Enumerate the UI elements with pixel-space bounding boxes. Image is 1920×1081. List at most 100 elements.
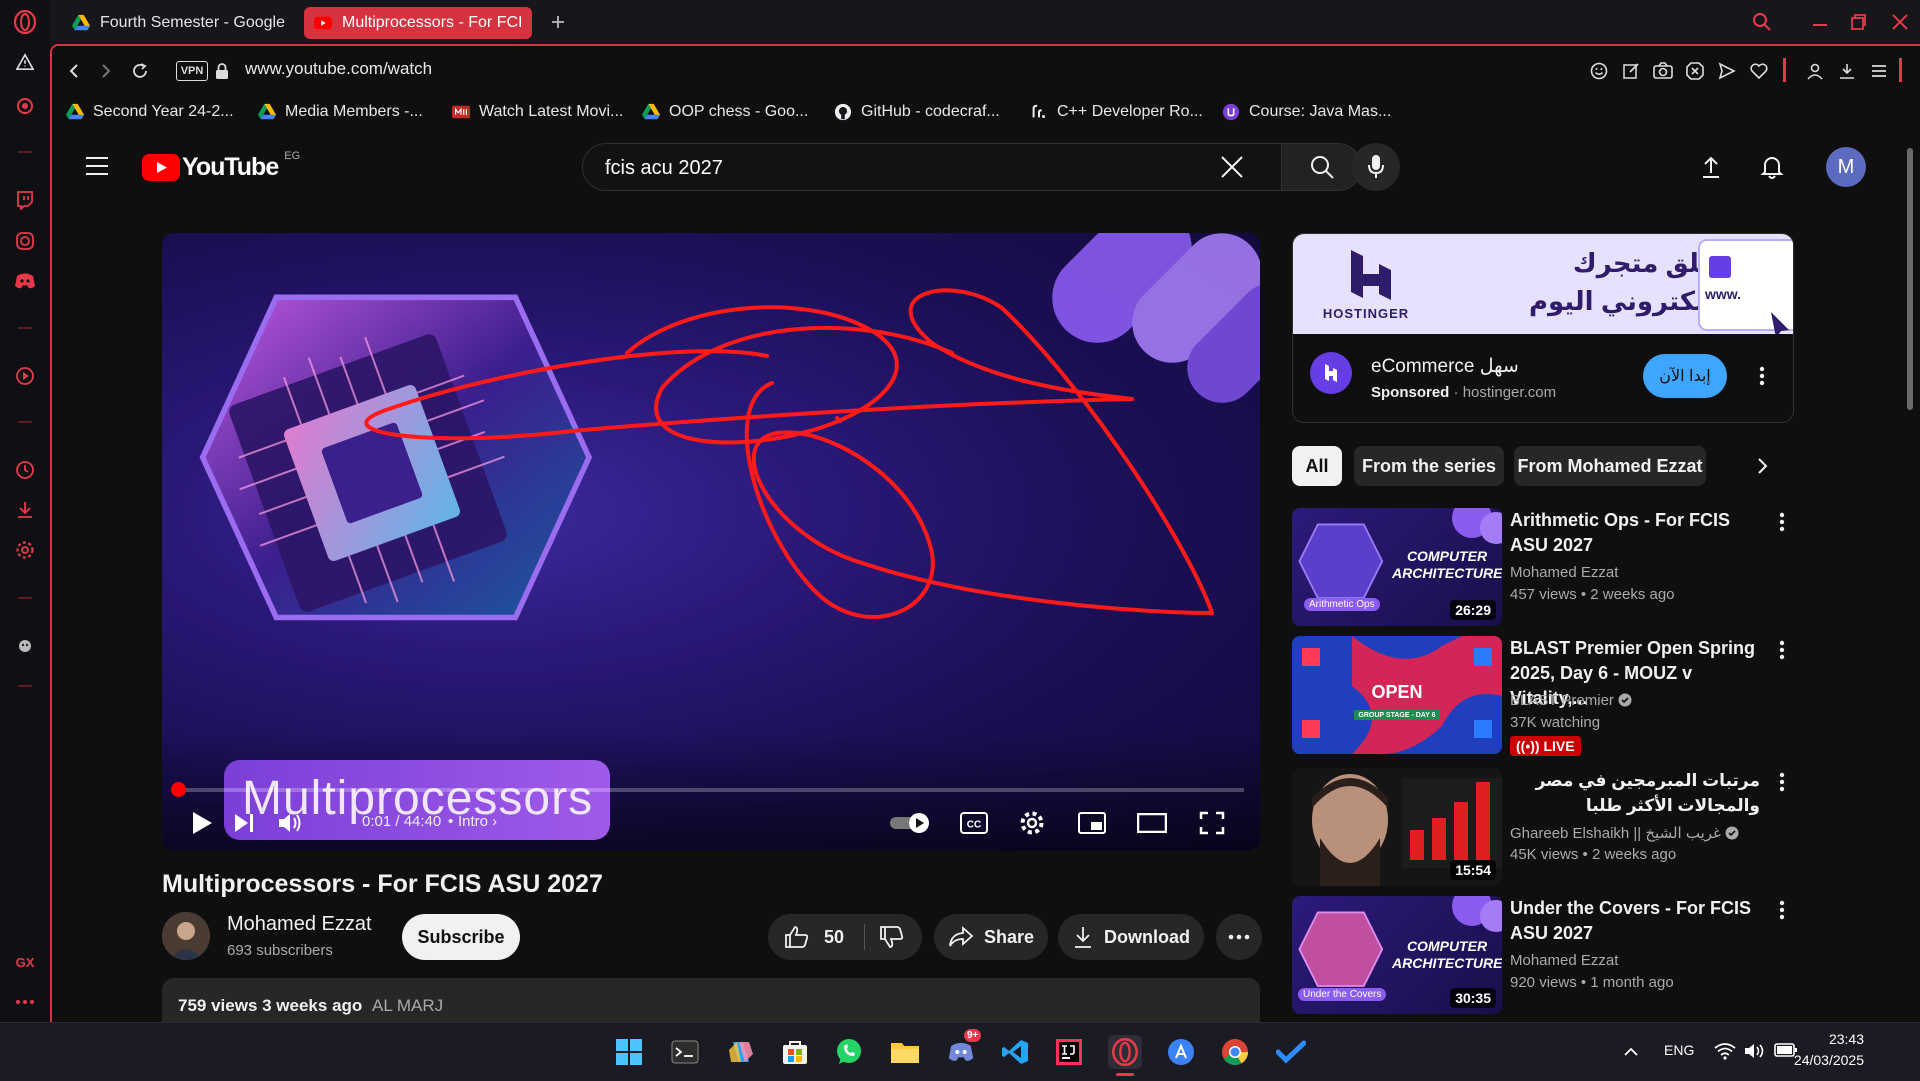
volume-tray-icon[interactable] xyxy=(1744,1042,1766,1062)
recommendation-thumbnail[interactable]: 15:54 xyxy=(1292,768,1502,886)
more-actions-button[interactable] xyxy=(1216,914,1262,960)
start-menu-icon[interactable] xyxy=(612,1035,646,1069)
bookmark-item[interactable]: OOP chess - Goo... xyxy=(642,99,808,125)
chapter-label[interactable]: Intro › xyxy=(458,813,497,830)
more-icon[interactable] xyxy=(13,990,37,1014)
recommendation-channel[interactable]: BLAST Premier xyxy=(1510,692,1632,709)
edit-icon[interactable] xyxy=(1619,59,1643,83)
ad-banner[interactable]: HOSTINGER أطلق متجرك الإلكتروني اليوم ww… xyxy=(1293,234,1793,334)
lock-icon[interactable] xyxy=(212,57,232,85)
account-avatar[interactable]: M xyxy=(1826,147,1866,187)
ad-logo[interactable] xyxy=(1310,352,1352,394)
recommendation-thumbnail[interactable]: COMPUTER ARCHITECTURE Arithmetic Ops 26:… xyxy=(1292,508,1502,626)
bookmark-item[interactable]: GitHub - codecraf... xyxy=(834,99,1000,125)
page-scrollbar[interactable] xyxy=(1906,140,1914,1020)
adblock-icon[interactable] xyxy=(1683,59,1707,83)
recommendation-title[interactable]: Under the Covers - For FCIS ASU 2027 xyxy=(1510,896,1760,946)
settings-button[interactable] xyxy=(1014,805,1050,841)
progress-scrubber[interactable] xyxy=(171,782,186,797)
channel-name[interactable]: Mohamed Ezzat xyxy=(227,913,372,936)
emoji-icon[interactable] xyxy=(1587,59,1611,83)
download-button[interactable]: Download xyxy=(1058,914,1204,960)
recommendation-item[interactable]: COMPUTER ARCHITECTURE Under the Covers 3… xyxy=(1292,896,1852,1018)
hamburger-menu-icon[interactable] xyxy=(84,155,110,179)
extension-icon[interactable] xyxy=(13,633,37,657)
todo-icon[interactable] xyxy=(1274,1035,1308,1069)
bookmark-item[interactable]: Watch Latest Movi... xyxy=(452,99,623,125)
recommendation-title[interactable]: Arithmetic Ops - For FCIS ASU 2027 xyxy=(1510,508,1760,558)
new-tab-button[interactable] xyxy=(544,8,572,36)
close-window-button[interactable] xyxy=(1886,8,1914,36)
chip-from-channel[interactable]: From Mohamed Ezzat xyxy=(1514,446,1706,486)
maximize-button[interactable] xyxy=(1844,8,1872,36)
copilot-icon[interactable] xyxy=(724,1035,758,1069)
upload-icon[interactable] xyxy=(1700,155,1726,181)
intellij-icon[interactable] xyxy=(1052,1035,1086,1069)
fullscreen-button[interactable] xyxy=(1194,805,1230,841)
miniplayer-button[interactable] xyxy=(1074,805,1110,841)
gx-corner-icon[interactable] xyxy=(13,94,37,118)
history-icon[interactable] xyxy=(13,458,37,482)
twitch-icon[interactable] xyxy=(13,188,37,212)
notifications-bell-icon[interactable] xyxy=(1760,154,1786,180)
like-button[interactable]: 50 xyxy=(784,925,844,949)
video-player[interactable]: Multiprocessors 0:01 / 44:40 • Intro › C… xyxy=(162,233,1260,851)
profile-icon[interactable] xyxy=(1803,59,1827,83)
chrome-icon[interactable] xyxy=(1218,1035,1252,1069)
discord-icon[interactable] xyxy=(13,269,37,293)
minimize-button[interactable] xyxy=(1806,8,1834,36)
tab-google-drive[interactable]: Fourth Semester - Google xyxy=(62,7,294,39)
terminal-icon[interactable] xyxy=(668,1035,702,1069)
file-explorer-icon[interactable] xyxy=(888,1035,922,1069)
recommendation-channel[interactable]: Ghareeb Elshaikh || غريب الشيخ xyxy=(1510,824,1739,842)
more-vertical-icon[interactable] xyxy=(1770,898,1794,922)
scrollbar-thumb[interactable] xyxy=(1907,148,1913,410)
search-input[interactable] xyxy=(603,144,1167,192)
settings-icon[interactable] xyxy=(13,538,37,562)
warning-icon[interactable] xyxy=(13,50,37,74)
tab-youtube-active[interactable]: Multiprocessors - For FCI xyxy=(304,7,532,39)
share-button[interactable]: Share xyxy=(934,914,1048,960)
back-button[interactable] xyxy=(60,57,88,85)
subscribe-button[interactable]: Subscribe xyxy=(402,914,520,960)
language-indicator[interactable]: ENG xyxy=(1664,1042,1694,1058)
vscode-icon[interactable] xyxy=(998,1035,1032,1069)
more-vertical-icon[interactable] xyxy=(1770,510,1794,534)
bookmark-item[interactable]: Course: Java Mas... xyxy=(1222,99,1391,125)
bookmark-item[interactable]: Second Year 24-2... xyxy=(66,99,234,125)
recommendation-item[interactable]: OPEN GROUP STAGE - DAY 6 BLAST Premier O… xyxy=(1292,636,1852,758)
tray-expand-icon[interactable] xyxy=(1622,1043,1642,1063)
search-button[interactable] xyxy=(1282,143,1362,191)
more-vertical-icon[interactable] xyxy=(1770,770,1794,794)
camera-icon[interactable] xyxy=(1651,59,1675,83)
gx-badge[interactable]: GX xyxy=(13,950,37,974)
menu-icon[interactable] xyxy=(1867,59,1891,83)
discord-taskbar-icon[interactable]: 9+ xyxy=(944,1035,978,1069)
opera-logo-icon[interactable] xyxy=(13,10,37,34)
ad-title[interactable]: eCommerce سهل xyxy=(1371,355,1519,378)
downloads-icon[interactable] xyxy=(13,498,37,522)
app-store-icon[interactable] xyxy=(1164,1035,1198,1069)
whatsapp-icon[interactable] xyxy=(832,1035,866,1069)
clock-date[interactable]: 24/03/2025 xyxy=(1794,1052,1864,1068)
channel-avatar[interactable] xyxy=(162,912,210,960)
autoplay-toggle[interactable] xyxy=(886,805,936,841)
clock-time[interactable]: 23:43 xyxy=(1829,1031,1864,1047)
search-tabs-icon[interactable] xyxy=(1748,8,1776,36)
next-button[interactable] xyxy=(226,805,262,841)
vpn-badge[interactable]: VPN xyxy=(176,61,208,81)
recommendation-title[interactable]: مرتبات المبرمجين في مصر والمجالات الأكثر… xyxy=(1510,768,1760,818)
recommendation-thumbnail[interactable]: OPEN GROUP STAGE - DAY 6 xyxy=(1292,636,1502,754)
dislike-button[interactable] xyxy=(879,925,905,949)
recommendation-channel[interactable]: Mohamed Ezzat xyxy=(1510,564,1618,581)
chip-all[interactable]: All xyxy=(1292,446,1342,486)
heart-icon[interactable] xyxy=(1747,59,1771,83)
captions-button[interactable]: CC xyxy=(956,805,992,841)
youtube-logo[interactable]: YouTube EG xyxy=(142,153,300,182)
play-button[interactable] xyxy=(184,805,220,841)
video-location[interactable]: AL MARJ xyxy=(372,996,443,1016)
progress-bar[interactable] xyxy=(178,788,1244,792)
bookmark-item[interactable]: C++ Developer Ro... xyxy=(1030,99,1203,125)
opera-gx-taskbar-icon[interactable] xyxy=(1108,1035,1142,1069)
instagram-icon[interactable] xyxy=(13,229,37,253)
